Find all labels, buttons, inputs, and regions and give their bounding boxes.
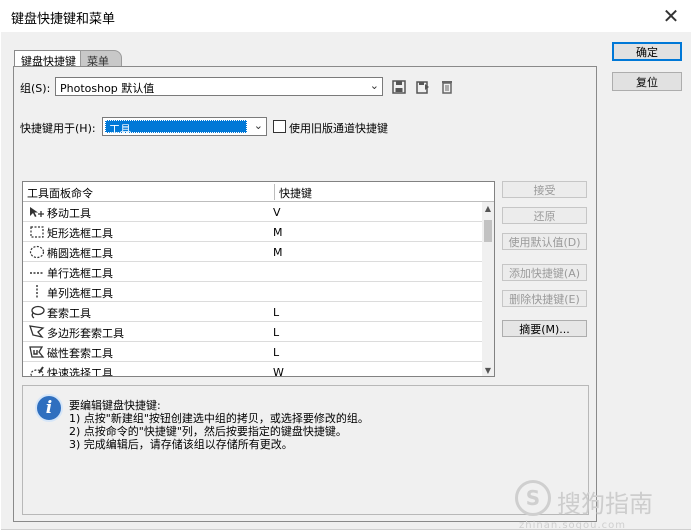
watermark-url: zhinan.sogou.com [519, 520, 627, 531]
chevron-down-icon: ⌄ [369, 79, 379, 92]
close-icon[interactable]: ✕ [656, 4, 686, 28]
shortcut-value[interactable]: M [273, 246, 283, 259]
legacy-channel-checkbox[interactable] [273, 120, 286, 133]
use-default-button[interactable]: 使用默认值(D) [502, 233, 587, 250]
quick-selection-icon [30, 366, 44, 376]
reset-button[interactable]: 复位 [612, 72, 682, 91]
scroll-up-icon[interactable]: ▲ [482, 202, 494, 214]
shortcut-value[interactable]: W [273, 366, 284, 376]
command-name: 快速选择工具 [47, 367, 113, 377]
set-label: 组(S): [20, 82, 51, 95]
col-header-shortcut[interactable]: 快捷键 [279, 185, 312, 201]
command-name: 套索工具 [47, 307, 91, 320]
table-row[interactable]: 移动工具 V [23, 202, 482, 222]
shortcut-value[interactable]: L [273, 326, 279, 339]
rect-marquee-icon [30, 226, 44, 238]
command-name: 椭圆选框工具 [47, 247, 113, 260]
delete-shortcut-button[interactable]: 删除快捷键(E) [502, 290, 587, 307]
shortcut-value[interactable]: L [273, 306, 279, 319]
table-scrollbar[interactable]: ▲ ▼ [482, 202, 494, 376]
shortcut-value[interactable]: L [273, 346, 279, 359]
save-set-icon[interactable] [391, 79, 407, 95]
single-column-marquee-icon [36, 285, 38, 299]
command-name: 移动工具 [47, 207, 91, 220]
accept-button[interactable]: 接受 [502, 181, 587, 198]
info-line: 3) 完成编辑后，请存储该组以存储所有更改。 [69, 438, 293, 451]
scrollbar-thumb[interactable] [484, 220, 492, 242]
shortcut-value[interactable]: M [273, 226, 283, 239]
magnetic-lasso-icon [29, 346, 45, 358]
delete-set-icon[interactable] [439, 79, 455, 95]
chevron-down-icon: ⌄ [253, 119, 263, 132]
watermark-text: 搜狗指南 [557, 490, 653, 518]
legacy-channel-label: 使用旧版通道快捷键 [289, 122, 388, 135]
col-header-command[interactable]: 工具面板命令 [27, 185, 93, 201]
shortcuts-for-value: 工具 [105, 120, 247, 136]
command-name: 单列选框工具 [47, 287, 113, 300]
shortcut-value[interactable]: V [273, 206, 281, 219]
ellipse-marquee-icon [29, 245, 45, 259]
table-row[interactable]: 矩形选框工具 M [23, 222, 482, 242]
shortcuts-panel: 组(S): Photoshop 默认值 ⌄ 快捷键用于(H): 工具 ⌄ 使用旧… [13, 66, 597, 522]
shortcuts-for-label: 快捷键用于(H): [20, 122, 96, 135]
ok-button[interactable]: 确定 [612, 42, 682, 61]
command-name: 矩形选框工具 [47, 227, 113, 240]
polygon-lasso-icon [29, 325, 45, 339]
info-box: i 要编辑键盘快捷键: 1) 点按"新建组"按钮创建选中组的拷贝，或选择要修改的… [22, 385, 589, 515]
undo-button[interactable]: 还原 [502, 207, 587, 224]
add-shortcut-button[interactable]: 添加快捷键(A) [502, 264, 587, 281]
table-row[interactable]: 快速选择工具 W [23, 362, 482, 377]
tab-menus[interactable]: 菜单 [80, 50, 122, 68]
set-dropdown-value: Photoshop 默认值 [60, 82, 155, 95]
shortcuts-for-dropdown[interactable]: 工具 ⌄ [102, 117, 267, 136]
dialog-body: 确定 复位 键盘快捷键 菜单 组(S): Photoshop 默认值 ⌄ 快捷键… [1, 32, 691, 531]
command-name: 多边形套索工具 [47, 327, 124, 340]
tab-keyboard-shortcuts[interactable]: 键盘快捷键 [14, 50, 83, 68]
title-bar: 键盘快捷键和菜单 ✕ [0, 0, 692, 32]
table-row[interactable]: 椭圆选框工具 M [23, 242, 482, 262]
lasso-icon [31, 305, 45, 319]
window-title: 键盘快捷键和菜单 [11, 12, 116, 27]
table-row[interactable]: 套索工具 L [23, 302, 482, 322]
table-row[interactable]: 单列选框工具 [23, 282, 482, 302]
table-row[interactable]: 磁性套索工具 L [23, 342, 482, 362]
info-icon: i [35, 394, 63, 422]
table-row[interactable]: 单行选框工具 [23, 262, 482, 282]
move-tool-icon [30, 207, 44, 217]
shortcuts-table: 工具面板命令 快捷键 移动工具 V 矩形选框工具 M 椭圆选框工具 M 单行选框… [22, 181, 495, 377]
command-name: 单行选框工具 [47, 267, 113, 280]
set-dropdown[interactable]: Photoshop 默认值 ⌄ [55, 77, 383, 96]
command-name: 磁性套索工具 [47, 347, 113, 360]
scroll-down-icon[interactable]: ▼ [482, 364, 494, 376]
summarize-button[interactable]: 摘要(M)... [502, 320, 587, 337]
single-row-marquee-icon [30, 272, 44, 274]
save-as-set-icon[interactable] [415, 79, 431, 95]
table-header: 工具面板命令 快捷键 [23, 182, 494, 202]
sogou-logo-icon: S [515, 480, 551, 516]
table-row[interactable]: 多边形套索工具 L [23, 322, 482, 342]
